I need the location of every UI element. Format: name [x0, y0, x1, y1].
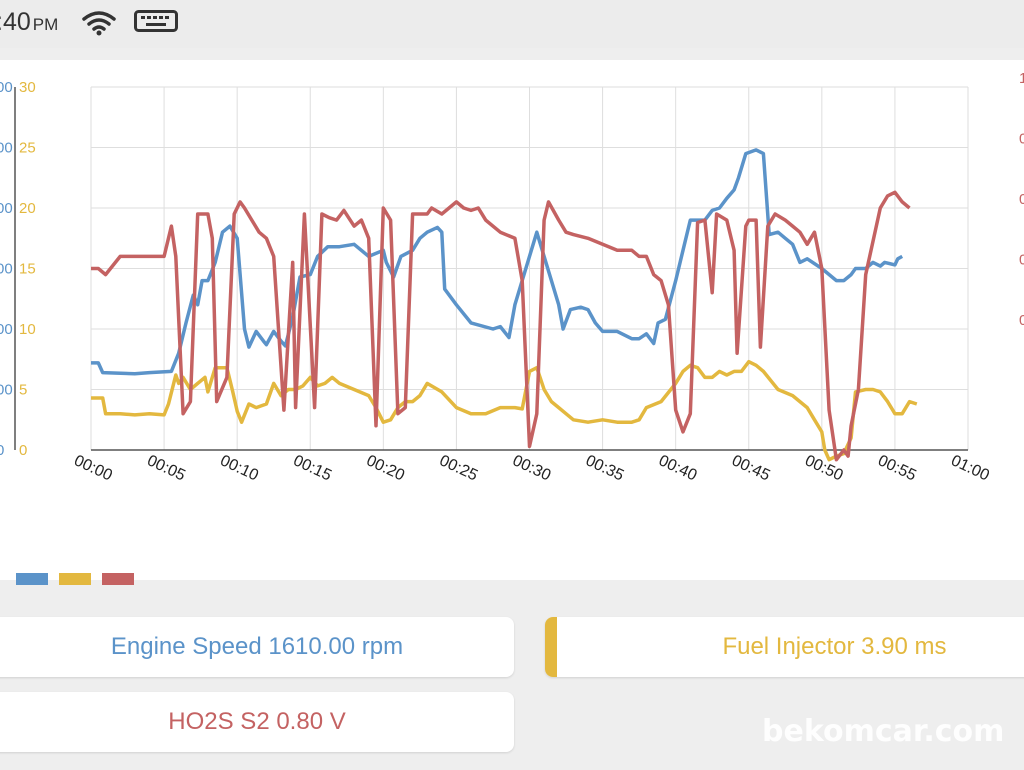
chart-grid — [90, 86, 969, 451]
status-ampm: PM — [32, 15, 59, 34]
status-time: :40PM — [0, 8, 59, 36]
left-axis-1-tick: 00 — [0, 261, 13, 278]
left-axis-1-tick: 00 — [0, 79, 13, 96]
right-axis-ticks: 1 0 0 0 0 — [1019, 70, 1024, 329]
x-axis-tick: 00:40 — [656, 452, 700, 484]
x-axis-tick: 00:05 — [144, 452, 188, 484]
legend-swatch-ho2s[interactable] — [102, 573, 134, 585]
param-accent-fuel-injector — [545, 617, 557, 677]
left-axis-2-tick: 30 — [19, 79, 36, 96]
x-axis-tick: 00:10 — [217, 452, 261, 484]
param-label-engine-speed: Engine Speed 1610.00 rpm — [110, 633, 404, 660]
x-axis-tick: 01:00 — [948, 452, 992, 484]
param-label-fuel-injector: Fuel Injector 3.90 ms — [722, 633, 947, 660]
left-axis-2-tick: 0 — [19, 442, 27, 459]
x-axis-tick: 00:00 — [71, 452, 115, 484]
left-axis-1-tick: 0 — [0, 442, 4, 459]
wifi-icon — [82, 11, 116, 36]
param-card-fuel-injector[interactable]: Fuel Injector 3.90 ms — [545, 617, 1024, 677]
right-axis-tick: 1 — [1019, 70, 1024, 87]
status-bar: :40PM — [0, 0, 1024, 48]
left-axis-1-tick: 00 — [0, 200, 13, 217]
left-axis-1-tick: 00 — [0, 382, 13, 399]
watermark: bekomcar.com — [762, 714, 1005, 749]
x-axis-tick: 00:20 — [364, 452, 408, 484]
x-axis-tick: 00:25 — [437, 452, 481, 484]
left-axis-2-tick: 10 — [19, 321, 36, 338]
right-axis-tick: 0 — [1019, 312, 1024, 329]
param-card-ho2s[interactable]: HO2S S2 0.80 V — [0, 692, 514, 752]
x-axis-tick: 00:30 — [510, 452, 554, 484]
chart-card: 00 00 00 00 00 00 0 30 25 20 15 10 5 0 10000 00:00 00… — [0, 60, 1024, 585]
left-axis-2-tick: 5 — [19, 382, 27, 399]
right-axis-tick: 0 — [1019, 252, 1024, 269]
chart-series — [91, 148, 918, 462]
x-axis-tick: 00:55 — [875, 452, 919, 484]
right-axis-tick: 0 — [1019, 191, 1024, 208]
left-axis-2-tick: 15 — [19, 261, 36, 278]
right-axis-tick: 0 — [1019, 131, 1024, 148]
param-label-ho2s: HO2S S2 0.80 V — [168, 708, 346, 735]
left-axis-1-tick: 00 — [0, 140, 13, 157]
left-axis-2-ticks: 30 25 20 15 10 5 0 — [19, 79, 36, 459]
x-axis-tick: 00:35 — [583, 452, 627, 484]
left-axis-2-tick: 25 — [19, 140, 36, 157]
left-axis-1-ticks: 0000000000000 — [0, 79, 13, 459]
x-axis-tick: 00:45 — [729, 452, 773, 484]
live-data-chart: 0000000000000 302520151050 10000 00:00 00… — [0, 70, 1024, 485]
x-axis-tick: 00:15 — [291, 452, 335, 484]
left-axis-1-tick: 00 — [0, 321, 13, 338]
x-axis-ticks: 00:00 00:05 00:10 00:15 00:20 00:25 00:30 00:35… — [71, 452, 992, 484]
legend-swatch-engine-speed[interactable] — [16, 573, 48, 585]
legend-swatch-fuel-injector[interactable] — [59, 573, 91, 585]
param-card-engine-speed[interactable]: Engine Speed 1610.00 rpm — [0, 617, 514, 677]
keyboard-icon — [134, 10, 178, 32]
left-axis-2-tick: 20 — [19, 200, 36, 217]
